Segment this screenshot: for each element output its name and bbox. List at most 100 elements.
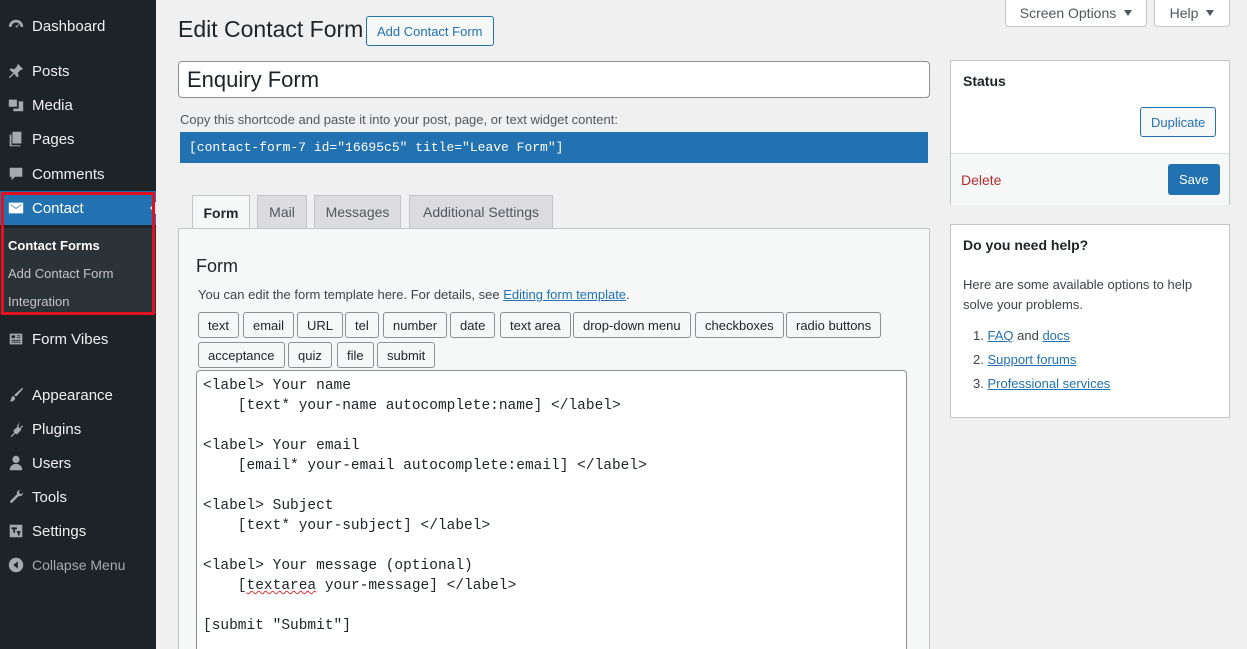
screen-options-label: Screen Options [1019, 5, 1117, 21]
support-forums-link[interactable]: Support forums [987, 352, 1076, 367]
code-line: <label> Your name [203, 378, 351, 394]
wrench-icon [0, 488, 32, 506]
save-button[interactable]: Save [1168, 164, 1220, 195]
tab-form[interactable]: Form [192, 195, 250, 230]
panel-desc-end: . [626, 287, 630, 302]
help-item-support: 2. Support forums [973, 352, 1076, 367]
submenu-item-contact-forms[interactable]: Contact Forms [8, 238, 100, 253]
help-item-faq: 1. FAQ and docs [973, 328, 1070, 343]
add-contact-form-button[interactable]: Add Contact Form [366, 16, 494, 46]
dashboard-icon [0, 17, 32, 35]
form-panel: Form You can edit the form template here… [178, 228, 930, 649]
pages-icon [0, 130, 32, 148]
sidebar-item-posts[interactable]: Posts [0, 54, 156, 88]
shortcode-field[interactable]: [contact-form-7 id="16695c5" title="Leav… [180, 132, 928, 163]
pin-icon [0, 62, 32, 80]
docs-link[interactable]: docs [1042, 328, 1069, 343]
collapse-menu-button[interactable]: Collapse Menu [0, 548, 156, 582]
sidebar-item-comments[interactable]: Comments [0, 157, 156, 191]
help-button[interactable]: Help [1154, 0, 1230, 27]
sidebar-item-users[interactable]: Users [0, 446, 156, 480]
help-label: Help [1169, 5, 1199, 21]
help-title: Do you need help? [963, 237, 1089, 253]
help-and-text: and [1017, 328, 1039, 343]
caret-down-icon [1124, 10, 1133, 16]
brush-icon [0, 386, 32, 404]
sidebar-item-label: Tools [32, 488, 68, 506]
tag-button-url[interactable]: URL [297, 312, 344, 338]
panel-heading: Form [196, 256, 238, 276]
tag-button-date[interactable]: date [450, 312, 496, 338]
tag-button-number[interactable]: number [383, 312, 448, 338]
sidebar-item-label: Plugins [32, 420, 82, 438]
status-box: Status Duplicate Delete Save [950, 60, 1230, 205]
sidebar-item-settings[interactable]: Settings [0, 514, 156, 548]
admin-sidebar: Dashboard Posts Media Pages Comments Con… [0, 0, 156, 649]
tag-button-textarea[interactable]: text area [500, 312, 571, 338]
status-title: Status [963, 73, 1006, 89]
duplicate-button[interactable]: Duplicate [1140, 107, 1217, 137]
sidebar-item-label: Pages [32, 130, 75, 148]
tag-button-checkboxes[interactable]: checkboxes [695, 312, 784, 338]
tag-button-quiz[interactable]: quiz [288, 342, 332, 368]
sidebar-item-contact[interactable]: Contact [0, 191, 156, 225]
list-number: 1. [973, 328, 984, 343]
faq-link[interactable]: FAQ [987, 328, 1013, 343]
submenu-item-integration[interactable]: Integration [8, 294, 69, 309]
sidebar-item-label: Form Vibes [32, 330, 109, 348]
tag-button-acceptance[interactable]: acceptance [198, 342, 285, 368]
tag-button-radio-buttons[interactable]: radio buttons [786, 312, 882, 338]
sidebar-item-appearance[interactable]: Appearance [0, 378, 156, 412]
sidebar-item-label: Media [32, 96, 73, 114]
code-line: [submit "Submit"] [203, 618, 351, 634]
media-icon [0, 96, 32, 114]
sidebar-item-tools[interactable]: Tools [0, 480, 156, 514]
list-number: 2. [973, 352, 984, 367]
user-icon [0, 454, 32, 472]
help-description: Here are some available options to help … [963, 277, 1193, 312]
sidebar-item-form-vibes[interactable]: Form Vibes [0, 322, 156, 356]
panel-description: You can edit the form template here. For… [198, 287, 630, 302]
help-item-professional: 3. Professional services [973, 376, 1110, 391]
tag-button-submit[interactable]: submit [377, 342, 436, 368]
tag-button-tel[interactable]: tel [345, 312, 379, 338]
spellcheck-word: textarea [246, 578, 317, 594]
screen-options-button[interactable]: Screen Options [1005, 0, 1147, 27]
code-line: [textarea your-message] </label> [203, 578, 517, 594]
tag-button-dropdown[interactable]: drop-down menu [573, 312, 691, 338]
sidebar-item-dashboard[interactable]: Dashboard [0, 9, 156, 43]
help-box: Do you need help? Here are some availabl… [950, 224, 1230, 418]
collapse-icon [0, 556, 32, 574]
editing-form-template-link[interactable]: Editing form template [503, 287, 626, 302]
sidebar-item-label: Comments [32, 165, 105, 183]
code-line: <label> Your email [203, 438, 360, 454]
code-line: <label> Your message (optional) [203, 558, 473, 574]
tag-button-email[interactable]: email [243, 312, 295, 338]
tab-messages[interactable]: Messages [314, 195, 401, 229]
professional-services-link[interactable]: Professional services [987, 376, 1110, 391]
delete-link[interactable]: Delete [961, 172, 1001, 188]
sidebar-item-label: Users [32, 454, 72, 472]
shortcode-note: Copy this shortcode and paste it into yo… [180, 112, 618, 127]
tab-mail[interactable]: Mail [257, 195, 307, 229]
tag-button-text[interactable]: text [198, 312, 239, 338]
form-title-input[interactable]: Enquiry Form [178, 61, 930, 98]
sidebar-item-label: Appearance [32, 386, 113, 404]
status-actions: Delete Save [951, 153, 1229, 205]
submenu-item-add-contact-form[interactable]: Add Contact Form [8, 266, 114, 281]
code-line: [email* your-email autocomplete:email] <… [203, 458, 647, 474]
code-line: [text* your-subject] </label> [203, 518, 491, 534]
tab-additional-settings[interactable]: Additional Settings [409, 195, 553, 229]
sidebar-item-media[interactable]: Media [0, 88, 156, 122]
sidebar-item-plugins[interactable]: Plugins [0, 412, 156, 446]
sidebar-item-pages[interactable]: Pages [0, 122, 156, 156]
form-template-editor[interactable]: <label> Your name [text* your-name autoc… [196, 370, 907, 649]
plugin-icon [0, 420, 32, 438]
tag-button-file[interactable]: file [337, 342, 374, 368]
sidebar-item-label: Dashboard [32, 17, 106, 35]
settings-icon [0, 522, 32, 540]
